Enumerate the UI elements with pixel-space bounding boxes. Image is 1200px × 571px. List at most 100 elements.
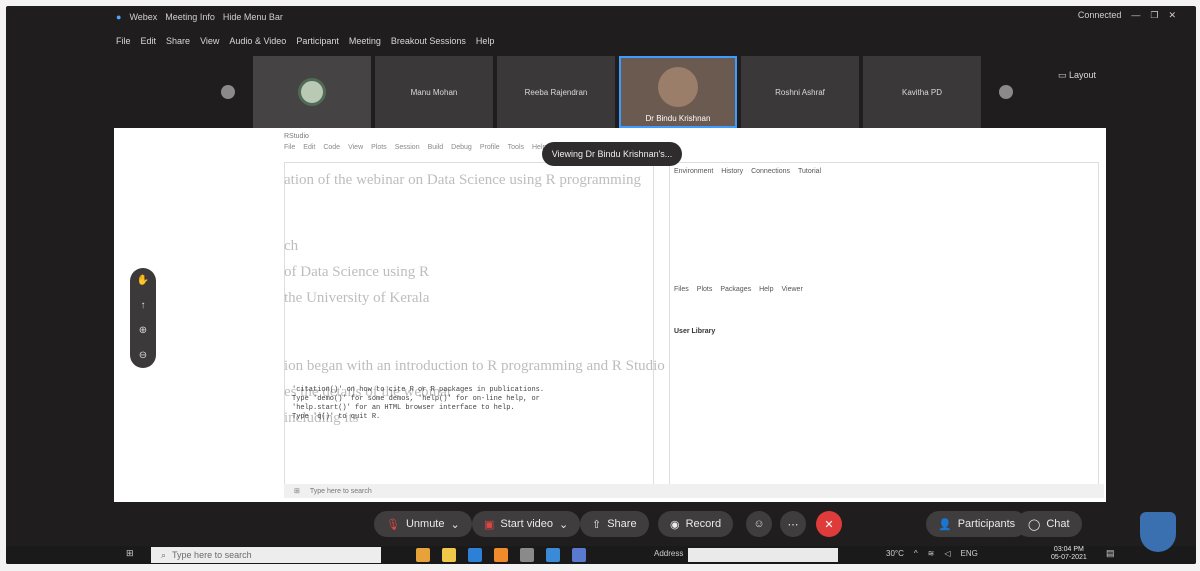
hand-icon[interactable]: ✋ xyxy=(137,275,149,286)
rstudio-menu-item: Debug xyxy=(451,144,472,151)
files-tab: Help xyxy=(759,286,774,293)
title-bar: ● Webex Meeting Info Hide Menu Bar Conne… xyxy=(6,6,1196,28)
env-tab: History xyxy=(721,168,744,175)
clock[interactable]: 03:04 PM 05-07-2021 xyxy=(1051,546,1087,562)
wifi-icon[interactable]: ≋ xyxy=(928,549,935,558)
notification-icon[interactable]: ▤ xyxy=(1106,548,1115,559)
taskbar-search-box[interactable]: ⌕ Type here to search xyxy=(151,547,381,563)
ghost-text: the University of Kerala xyxy=(284,290,430,306)
rstudio-menu-item: Tools xyxy=(507,144,524,151)
taskbar-search-placeholder: Type here to search xyxy=(172,550,252,560)
connection-status[interactable]: Connected xyxy=(1078,10,1122,21)
rstudio-source-console-pane xyxy=(284,162,654,492)
ghost-text: of Data Science using R xyxy=(284,264,429,280)
speaker-icon[interactable]: ◁ xyxy=(944,549,950,558)
menu-participant[interactable]: Participant xyxy=(296,36,339,46)
participant-tile[interactable]: Roshni Ashraf xyxy=(741,56,859,128)
rstudio-environment-pane xyxy=(669,162,1099,492)
scroll-left-button[interactable] xyxy=(221,85,235,99)
zoom-in-icon[interactable]: ⊕ xyxy=(139,325,147,336)
chevron-up-icon[interactable]: ^ xyxy=(914,549,918,558)
participant-tile-logo[interactable] xyxy=(253,56,371,128)
env-tab: Environment xyxy=(674,168,714,175)
rstudio-title: RStudio xyxy=(284,133,309,140)
chrome-icon[interactable] xyxy=(416,548,430,562)
files-tab: Viewer xyxy=(781,286,803,293)
app-title: Webex xyxy=(129,12,158,22)
close-icon: ✕ xyxy=(824,518,834,531)
start-video-button[interactable]: ▣ Start video ⌄ xyxy=(472,511,581,537)
maximize-button[interactable]: ❐ xyxy=(1150,10,1158,21)
pointer-icon[interactable]: ↑ xyxy=(141,300,146,311)
more-options-button[interactable]: ⋯ xyxy=(780,511,806,537)
participant-name: Roshni Ashraf xyxy=(775,87,825,97)
file-explorer-icon[interactable] xyxy=(442,548,456,562)
participant-tile[interactable]: Kavitha PD xyxy=(863,56,981,128)
clock-date: 05-07-2021 xyxy=(1051,554,1087,561)
participants-button[interactable]: 👤 Participants xyxy=(926,511,1028,537)
close-button[interactable]: ✕ xyxy=(1168,10,1176,21)
windows-start-icon: ⊞ xyxy=(294,488,300,495)
chat-button[interactable]: ◯ Chat xyxy=(1016,511,1082,537)
viewing-banner[interactable]: Viewing Dr Bindu Krishnan's... xyxy=(542,142,682,166)
env-tab: Connections xyxy=(751,168,790,175)
menu-breakout-sessions[interactable]: Breakout Sessions xyxy=(391,36,466,46)
layout-button[interactable]: ▭ Layout xyxy=(1058,70,1096,81)
windows-start-icon[interactable]: ⊞ xyxy=(126,548,134,559)
microphone-muted-icon: 🎙 xyxy=(386,518,400,531)
menu-audio-video[interactable]: Audio & Video xyxy=(229,36,286,46)
zoom-out-icon[interactable]: ⊖ xyxy=(139,350,147,361)
vlc-icon[interactable] xyxy=(494,548,508,562)
menu-edit[interactable]: Edit xyxy=(141,36,157,46)
menu-file[interactable]: File xyxy=(116,36,131,46)
inner-search-label: Type here to search xyxy=(309,487,372,495)
address-input[interactable] xyxy=(688,548,838,562)
participant-tile[interactable]: Reeba Rajendran xyxy=(497,56,615,128)
participants-icon: 👤 xyxy=(938,518,952,531)
temperature[interactable]: 30°C xyxy=(886,549,904,558)
meeting-info-button[interactable]: Meeting Info xyxy=(165,12,215,22)
search-icon: ⌕ xyxy=(161,549,167,560)
rstudio-menu-item: Edit xyxy=(303,144,316,151)
console-line: Type 'demo()' for some demos, 'help()' f… xyxy=(292,395,540,403)
files-tab: Files xyxy=(674,286,689,293)
chevron-down-icon[interactable]: ⌄ xyxy=(559,518,568,531)
reactions-button[interactable]: ☺ xyxy=(746,511,772,537)
ghost-text: ion began with an introduction to R prog… xyxy=(284,358,665,374)
share-button[interactable]: ⇧ Share xyxy=(580,511,649,537)
shared-windows-taskbar: ⊞ Type here to search xyxy=(284,484,1104,498)
console-line: Type 'q()' to quit R. xyxy=(292,413,381,421)
menu-share[interactable]: Share xyxy=(166,36,190,46)
store-icon[interactable] xyxy=(468,548,482,562)
unmute-button[interactable]: 🎙 Unmute ⌄ xyxy=(374,511,472,537)
university-crest-icon xyxy=(1140,512,1176,552)
language-indicator[interactable]: ENG xyxy=(961,549,978,558)
menu-view[interactable]: View xyxy=(200,36,219,46)
app-icon[interactable] xyxy=(520,548,534,562)
participant-tile-active-speaker[interactable]: Dr Bindu Krishnan xyxy=(619,56,737,128)
windows-taskbar: ⊞ ⌕ Type here to search Address 30°C ^ ≋… xyxy=(6,546,1196,564)
share-label: Share xyxy=(607,518,637,530)
files-tabs: Files Plots Packages Help Viewer xyxy=(674,286,803,293)
webex-logo-icon: ● xyxy=(116,12,122,22)
rstudio-menu-item: Plots xyxy=(371,144,387,151)
start-video-label: Start video xyxy=(500,518,553,530)
chevron-down-icon[interactable]: ⌄ xyxy=(451,518,460,531)
webex-taskbar-icon[interactable] xyxy=(572,548,586,562)
record-button[interactable]: ◉ Record xyxy=(658,511,734,537)
shared-screen: RStudio File Edit Code View Plots Sessio… xyxy=(114,128,1106,502)
hide-menu-bar-button[interactable]: Hide Menu Bar xyxy=(223,12,283,22)
minimize-button[interactable]: — xyxy=(1131,10,1140,21)
rstudio-menu: File Edit Code View Plots Session Build … xyxy=(284,144,546,151)
participant-tile[interactable]: Manu Mohan xyxy=(375,56,493,128)
leave-meeting-button[interactable]: ✕ xyxy=(816,511,842,537)
menu-meeting[interactable]: Meeting xyxy=(349,36,381,46)
participant-strip: Manu Mohan Reeba Rajendran Dr Bindu Kris… xyxy=(221,56,1027,128)
app-icon[interactable] xyxy=(546,548,560,562)
menu-help[interactable]: Help xyxy=(476,36,495,46)
console-line: 'help.start()' for an HTML browser inter… xyxy=(292,404,515,412)
address-label: Address xyxy=(654,549,684,558)
scroll-right-button[interactable] xyxy=(999,85,1013,99)
console-line: 'citation()' on how to cite R or R packa… xyxy=(292,386,545,394)
files-tab: Plots xyxy=(696,286,713,293)
